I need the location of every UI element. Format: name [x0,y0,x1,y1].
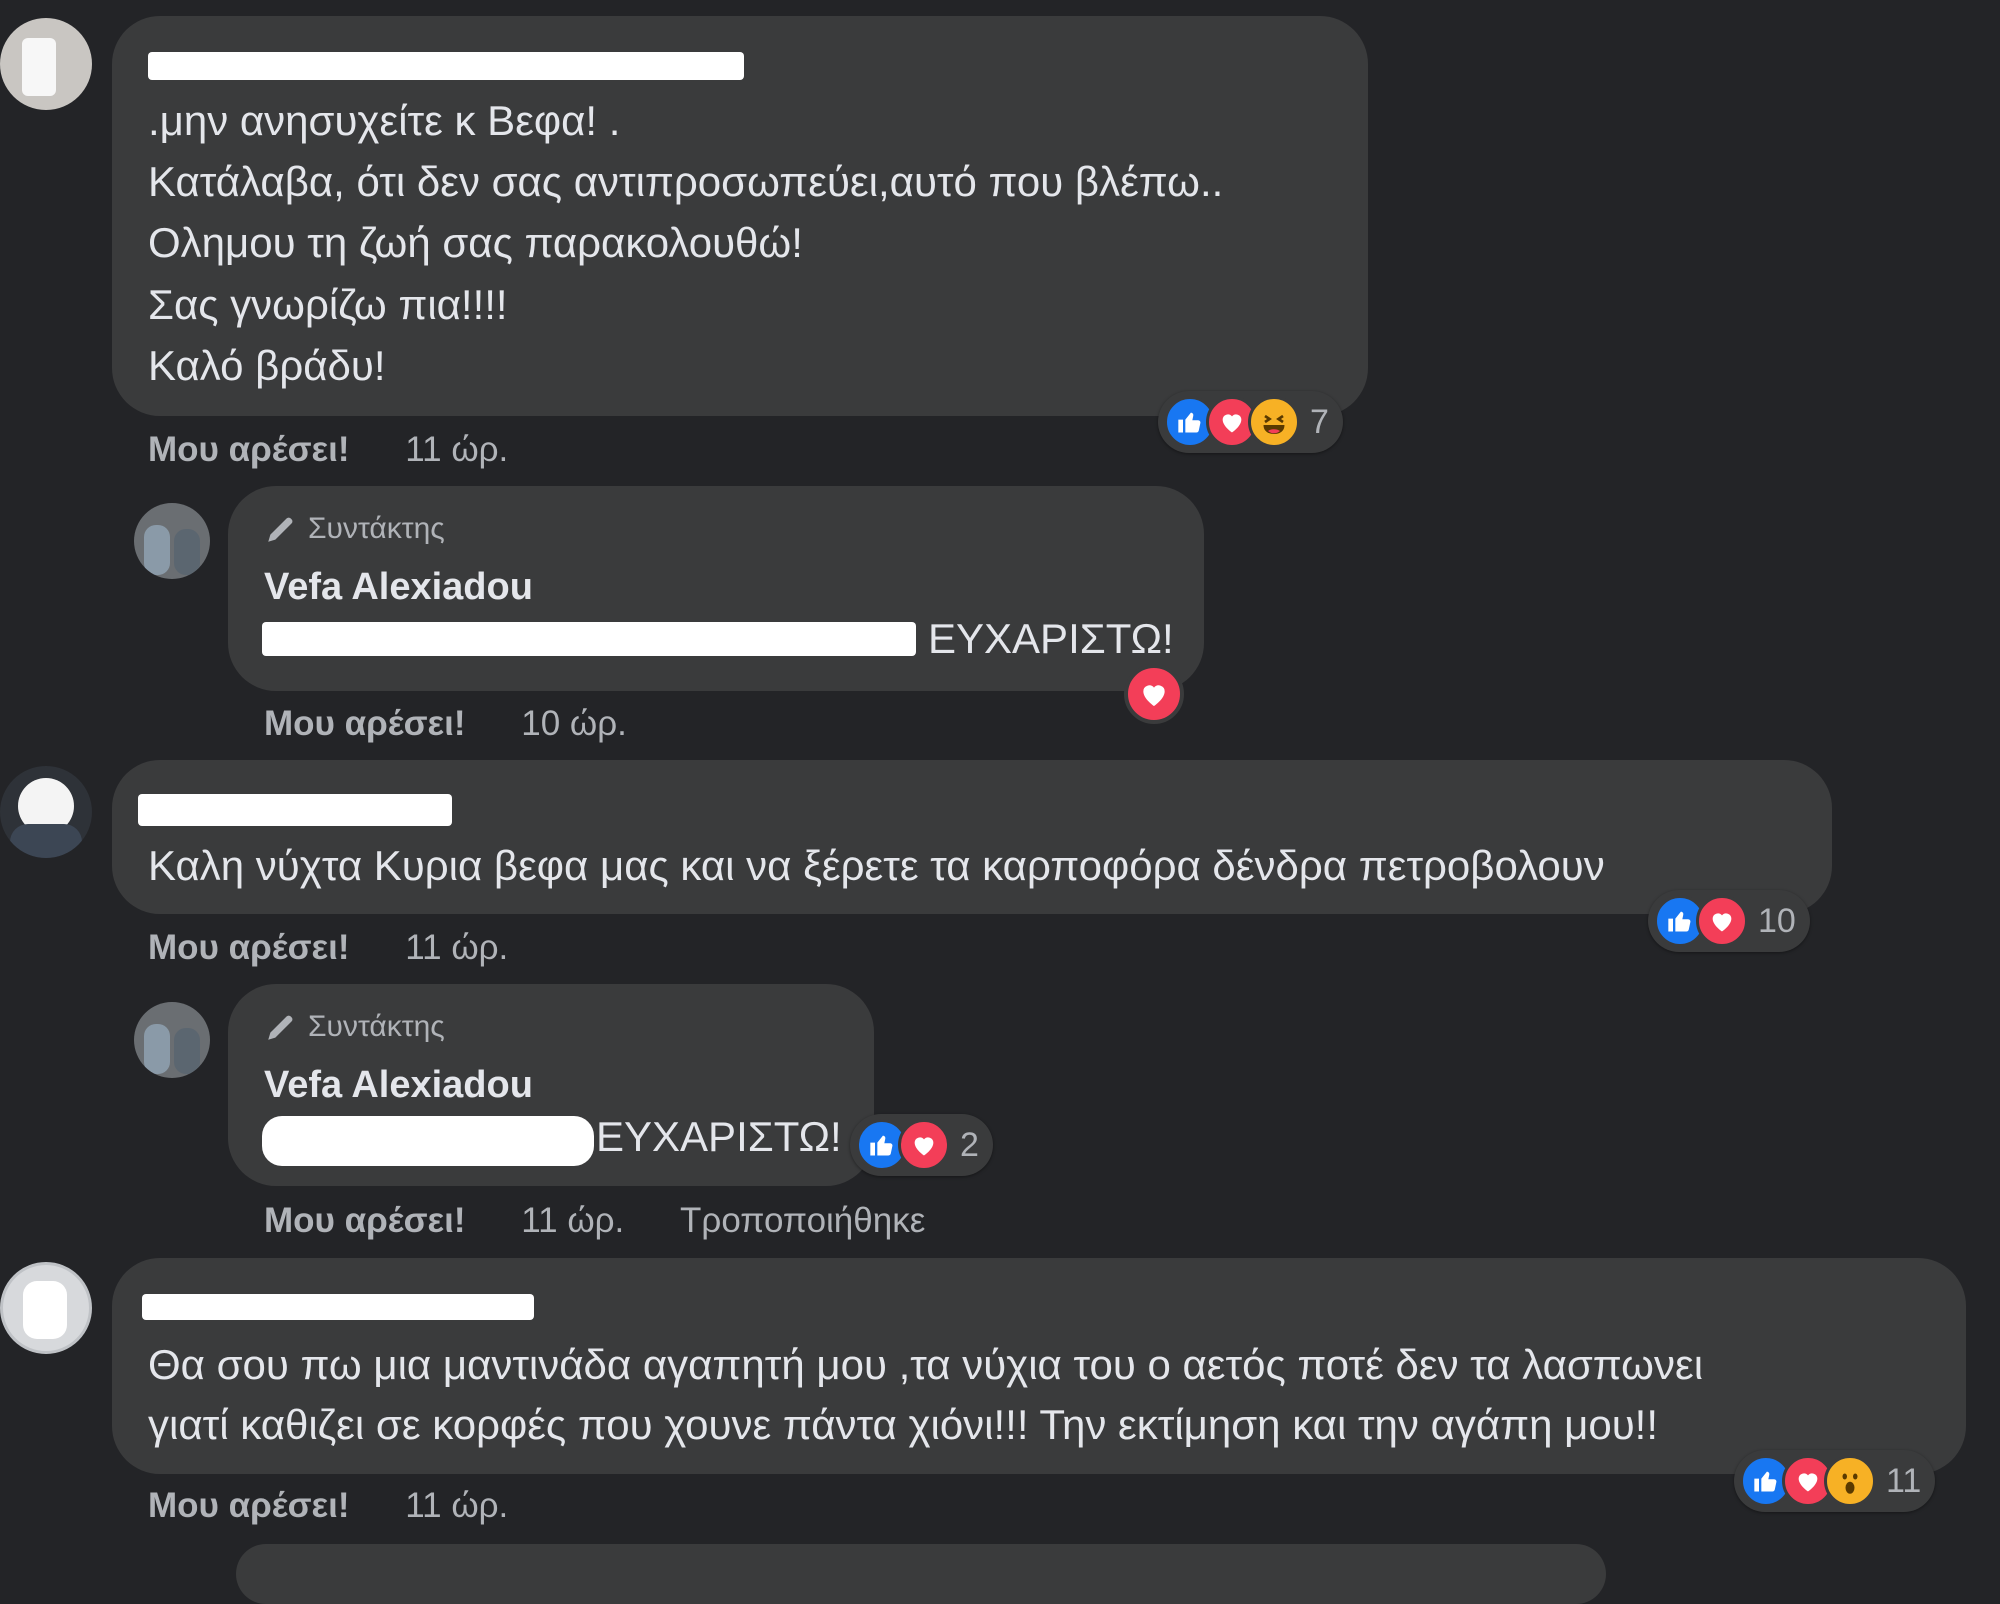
reply-text: ΕΥΧΑΡΙΣΤΩ! [928,615,1174,662]
comment-text-line: Καλη νύχτα Κυρια βεφα μας και να ξέρετε … [148,842,1605,889]
love-reaction-icon [1696,895,1748,947]
reply-actions: Μου αρέσει! 11 ώρ. Τροποποιήθηκε [264,1203,925,1238]
avatar[interactable] [0,766,92,858]
badge-label: Συντάκτης [308,512,445,545]
comment-text-line: Ολημου τη ζωή σας παρακολουθώ! [148,219,803,266]
author-name[interactable]: Vefa Alexiadou [264,568,533,606]
author-avatar[interactable] [134,1002,210,1078]
comment-text-line: Κατάλαβα, ότι δεν σας αντιπροσωπεύει,αυτ… [148,158,1224,205]
comment-text-line: γιατί καθιζει σε κορφές που χουνε πάντα … [148,1401,1659,1448]
redacted-author-name [148,52,744,80]
author-badge: Συντάκτης [264,512,445,546]
timestamp[interactable]: 11 ώρ. [521,1201,624,1240]
comment-text-line: Καλό βράδυ! [148,342,386,389]
reply-actions: Μου αρέσει! 10 ώρ. [264,706,627,741]
love-reaction-icon [898,1119,950,1171]
author-avatar[interactable] [134,503,210,579]
timestamp[interactable]: 10 ώρ. [521,704,627,743]
comment-actions: Μου αρέσει! 11 ώρ. [148,1488,508,1523]
reaction-summary[interactable]: 2 [850,1114,993,1176]
author-badge: Συντάκτης [264,1010,445,1044]
like-button[interactable]: Μου αρέσει! [148,928,350,967]
comment-text-line: Σας γνωρίζω πια!!!! [148,281,508,328]
reaction-summary[interactable]: 10 [1648,890,1810,952]
redacted-author-name [138,794,452,826]
reaction-count: 2 [960,1125,979,1164]
redacted-mention [262,622,916,656]
edited-label[interactable]: Τροποποιήθηκε [680,1201,925,1240]
reaction-count: 11 [1886,1461,1922,1500]
comment-actions: Μου αρέσει! 11 ώρ. [148,432,508,467]
avatar[interactable] [0,18,92,110]
badge-label: Συντάκτης [308,1010,445,1043]
reaction-summary[interactable]: 11 [1734,1450,1936,1512]
reaction-summary[interactable]: 7 [1158,391,1343,453]
comment-actions: Μου αρέσει! 11 ώρ. [148,930,508,965]
haha-reaction-icon [1248,396,1300,448]
author-name[interactable]: Vefa Alexiadou [264,1066,533,1104]
timestamp[interactable]: 11 ώρ. [405,1486,508,1525]
pencil-icon [264,1010,298,1044]
redacted-author-name [142,1294,534,1320]
like-button[interactable]: Μου αρέσει! [264,1201,466,1240]
reaction-count: 10 [1758,901,1796,940]
wow-reaction-icon [1824,1455,1876,1507]
reaction-count: 7 [1310,402,1329,441]
avatar[interactable] [0,1262,92,1354]
next-reply-bubble [236,1544,1606,1604]
pencil-icon [264,512,298,546]
like-button[interactable]: Μου αρέσει! [264,704,466,743]
redacted-mention [262,1116,594,1166]
comment-text-line: .μην ανησυχείτε κ Βεφα! . [148,97,621,144]
comment-bubble [112,760,1832,914]
timestamp[interactable]: 11 ώρ. [405,928,508,967]
comment-text-line: Θα σου πω μια μαντινάδα αγαπητή μου ,τα … [148,1341,1704,1388]
reply-text: ΕΥΧΑΡΙΣΤΩ! [596,1113,842,1160]
timestamp[interactable]: 11 ώρ. [405,430,508,469]
like-button[interactable]: Μου αρέσει! [148,1486,350,1525]
love-reaction-icon[interactable] [1124,664,1184,724]
like-button[interactable]: Μου αρέσει! [148,430,350,469]
